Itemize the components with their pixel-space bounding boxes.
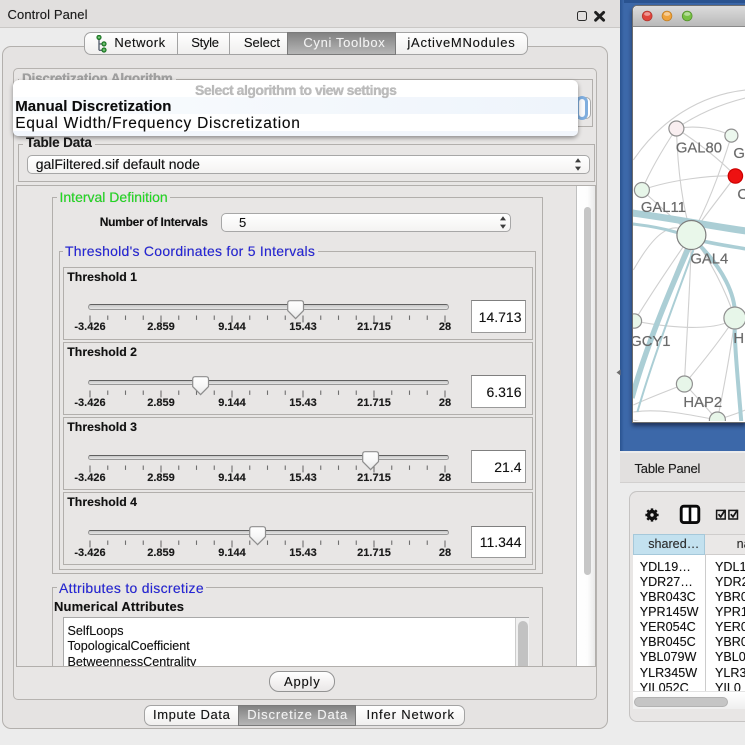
svg-text:GA: GA bbox=[733, 146, 745, 162]
svg-text:GCY1: GCY1 bbox=[633, 334, 670, 350]
svg-text:H: H bbox=[733, 331, 744, 347]
svg-text:GAL80: GAL80 bbox=[675, 141, 721, 157]
svg-text:GAL4: GAL4 bbox=[690, 252, 728, 268]
svg-text:C: C bbox=[737, 187, 745, 203]
svg-text:HAP2: HAP2 bbox=[683, 395, 722, 411]
svg-text:GAL11: GAL11 bbox=[640, 200, 685, 216]
